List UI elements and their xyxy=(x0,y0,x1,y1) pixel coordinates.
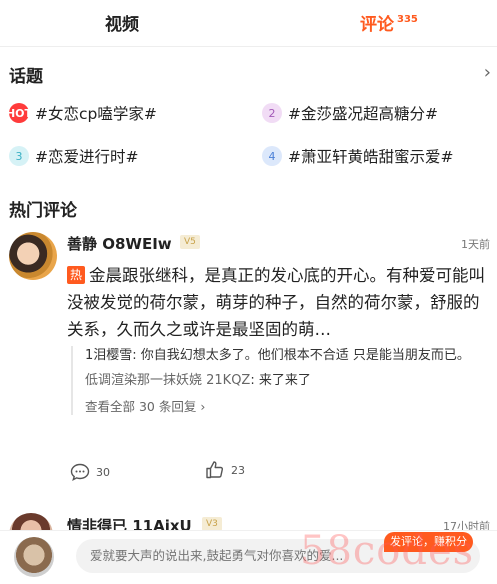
like-button[interactable]: 23 xyxy=(205,460,245,480)
thumbs-up-icon xyxy=(206,461,224,479)
reply-list: 1泪樱雪: 你自我幻想太多了。他们根本不合适 只是能当朋友而已。 低调渲染那一抹… xyxy=(71,346,495,415)
topic-item-2[interactable]: 2 #金莎盛况超高糖分# xyxy=(262,102,438,124)
rank-badge: 3 xyxy=(9,146,29,166)
topic-item-1[interactable]: HOT #女恋cp嗑学家# xyxy=(6,102,157,124)
avatar[interactable] xyxy=(9,232,57,280)
level-badge: V3 xyxy=(202,517,222,531)
tab-video[interactable]: 视频 xyxy=(105,10,139,35)
comment-bubble-icon xyxy=(70,463,90,481)
topic-label: #萧亚轩黄皓甜蜜示爱# xyxy=(288,148,454,166)
hot-comments-title: 热门评论 xyxy=(9,201,77,221)
comment-username[interactable]: 善静 O8WEIw xyxy=(67,233,172,254)
view-all-replies-link[interactable]: 查看全部 30 条回复 › xyxy=(85,396,495,415)
topic-label: #恋爱进行时# xyxy=(35,148,139,166)
comment-time: 1天前 xyxy=(461,238,490,251)
comment-action-button[interactable]: 30 xyxy=(70,463,110,481)
hot-flame-icon: HOT xyxy=(6,103,32,123)
topic-item-4[interactable]: 4 #萧亚轩黄皓甜蜜示爱# xyxy=(262,145,453,167)
chevron-right-icon[interactable]: › xyxy=(484,62,491,83)
hot-tag: 热 xyxy=(67,266,86,284)
rank-badge: 2 xyxy=(262,103,282,123)
topic-label: #女恋cp嗑学家# xyxy=(35,105,157,123)
watermark: 58codes xyxy=(300,528,475,574)
tab-comments[interactable]: 评论 335 xyxy=(360,10,418,35)
topics-title: 话题 xyxy=(9,67,43,87)
comment-content: 金晨跟张继科，是真正的发心底的开心。有种爱可能叫没被发觉的荷尔蒙，萌芽的种子，自… xyxy=(67,266,486,339)
like-count: 23 xyxy=(231,463,245,477)
reply-text: 来了来了 xyxy=(258,373,311,388)
reply-item[interactable]: 低调渲染那一抹妖娆 21KQZ: 来了来了 xyxy=(85,371,495,390)
user-avatar[interactable] xyxy=(14,537,54,577)
level-badge: V5 xyxy=(180,235,200,249)
comments-count: 335 xyxy=(397,14,418,25)
tab-comments-label: 评论 xyxy=(360,15,394,35)
reply-text: 你自我幻想太多了。他们根本不合适 只是能当朋友而已。 xyxy=(140,348,470,363)
comment-count: 30 xyxy=(96,465,110,479)
topic-label: #金莎盛况超高糖分# xyxy=(288,105,438,123)
reply-author: 1泪樱雪 xyxy=(85,348,133,363)
chevron-right-icon: › xyxy=(200,399,206,414)
rank-badge: 4 xyxy=(262,146,282,166)
comment-text[interactable]: 热金晨跟张继科，是真正的发心底的开心。有种爱可能叫没被发觉的荷尔蒙，萌芽的种子，… xyxy=(67,262,487,343)
topic-item-3[interactable]: 3 #恋爱进行时# xyxy=(9,145,138,167)
reply-author: 低调渲染那一抹妖娆 21KQZ xyxy=(85,373,251,388)
tab-bar: 视频 评论 335 xyxy=(0,0,497,47)
reply-item[interactable]: 1泪樱雪: 你自我幻想太多了。他们根本不合适 只是能当朋友而已。 xyxy=(85,346,495,365)
